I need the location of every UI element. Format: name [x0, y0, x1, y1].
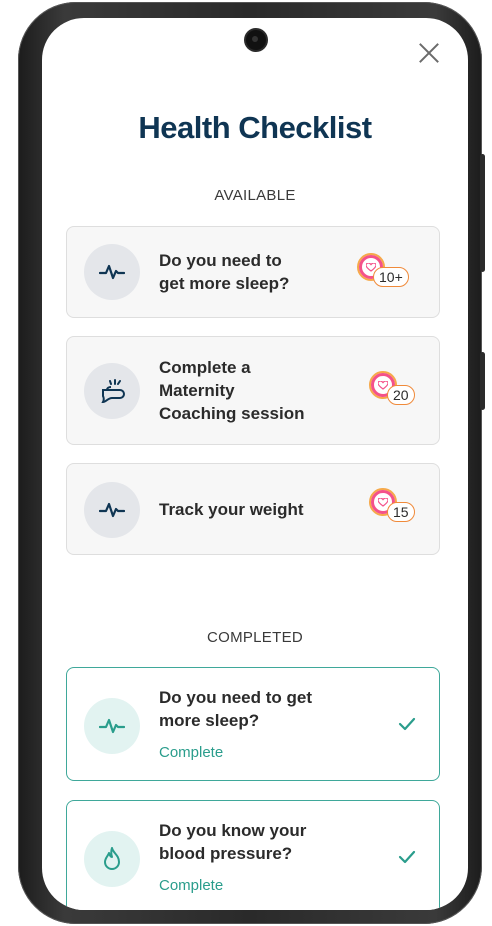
item-label: Complete a Maternity Coaching session	[159, 358, 305, 423]
heartbeat-icon	[84, 698, 140, 754]
power-button	[480, 352, 485, 410]
item-label: Track your weight	[159, 500, 304, 519]
close-icon[interactable]	[418, 42, 440, 64]
checklist-item-sleep[interactable]: Do you need to get more sleep? 10+	[66, 226, 440, 318]
volume-button	[480, 154, 485, 272]
item-label: Do you know your blood pressure?	[159, 821, 307, 863]
front-camera	[246, 30, 266, 50]
points-badge: 20	[369, 371, 423, 409]
item-label: Do you need to get more sleep?	[159, 251, 290, 293]
complete-status: Complete	[159, 877, 224, 894]
checklist-item-weight[interactable]: Track your weight 15	[66, 463, 440, 555]
completed-item-blood-pressure[interactable]: Do you know your blood pressure? Complet…	[66, 800, 440, 910]
completed-item-sleep[interactable]: Do you need to get more sleep? Complete	[66, 667, 440, 781]
completed-section-label: COMPLETED	[206, 629, 304, 646]
item-label: Do you need to get more sleep?	[159, 688, 312, 730]
available-section-label: AVAILABLE	[214, 187, 296, 204]
coaching-icon	[84, 363, 140, 419]
page-title: Health Checklist	[138, 110, 372, 145]
complete-status: Complete	[159, 744, 224, 761]
points-badge: 10+	[357, 253, 423, 291]
checklist-item-coaching[interactable]: Complete a Maternity Coaching session 20	[66, 336, 440, 445]
checkmark-icon	[398, 717, 416, 731]
screen: Health Checklist AVAILABLE Do you need t…	[42, 18, 468, 910]
points-badge: 15	[369, 488, 423, 526]
flame-icon	[84, 831, 140, 887]
checkmark-icon	[398, 850, 416, 864]
heartbeat-icon	[84, 482, 140, 538]
heartbeat-icon	[84, 244, 140, 300]
